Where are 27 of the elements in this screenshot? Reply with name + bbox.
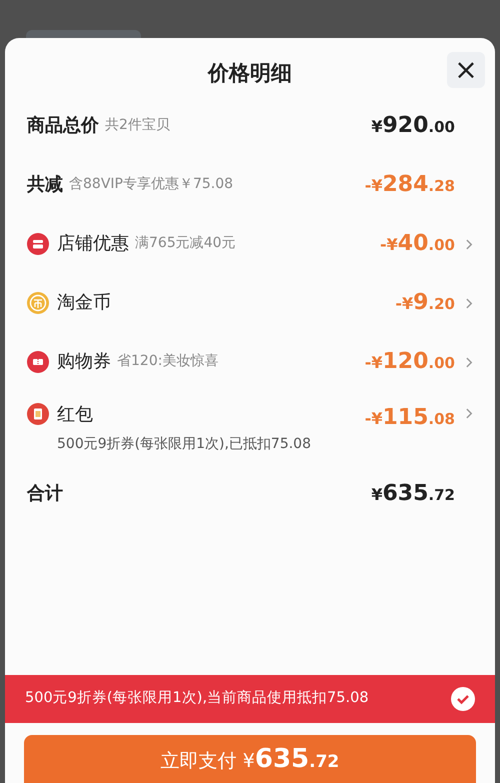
row-label: 购物券 [57, 350, 111, 374]
row-label: 红包 [57, 402, 93, 426]
row-note: 满765元减40元 [135, 234, 236, 253]
row-detail: 500元9折券(每张限用1次),已抵扣75.08 [57, 434, 311, 454]
price-text: -¥40.00 [380, 230, 455, 258]
price-text: -¥115.08 [364, 404, 455, 432]
store-icon [27, 232, 49, 254]
sheet-title: 价格明细 [208, 60, 292, 87]
row-note: 省120:美妆惊喜 [117, 352, 218, 371]
price-text: -¥9.20 [395, 289, 455, 317]
envelope-icon [27, 403, 49, 425]
row-note: 含88VIP专享优惠￥75.08 [69, 175, 234, 194]
row-note: 共2件宝贝 [105, 116, 170, 135]
row-label: 店铺优惠 [57, 232, 129, 256]
close-button[interactable]: × [447, 52, 485, 88]
row-label: 商品总价 [27, 114, 99, 138]
price-text: -¥120.00 [364, 348, 455, 376]
price-text: -¥284.28 [364, 171, 455, 199]
price-text: ¥635.72 [371, 480, 455, 508]
coin-icon [27, 292, 49, 314]
row-label: 淘金币 [57, 291, 111, 315]
check-icon[interactable] [451, 687, 475, 711]
ticket-icon [27, 350, 49, 372]
row-label: 共减 [27, 173, 63, 197]
price-text: ¥920.00 [371, 112, 455, 140]
banner-text: 500元9折券(每张限用1次),当前商品使用抵扣75.08 [25, 688, 369, 708]
row-label: 合计 [27, 482, 63, 506]
